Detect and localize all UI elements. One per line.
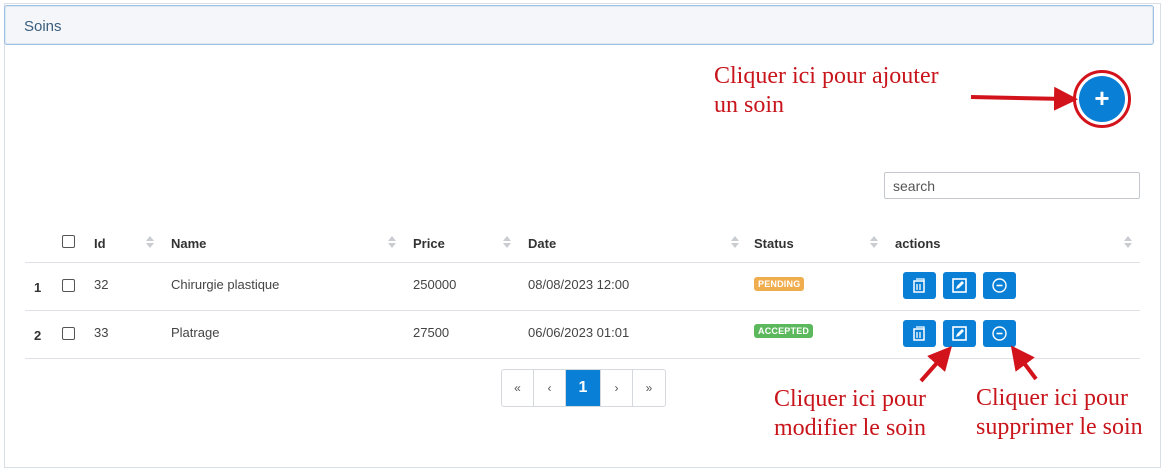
- annotation-arrows: [919, 86, 1078, 383]
- arrow-to-add-button: [970, 86, 1078, 111]
- arrow-to-delete-button: [1010, 345, 1038, 381]
- arrow-to-edit-button: [919, 346, 952, 383]
